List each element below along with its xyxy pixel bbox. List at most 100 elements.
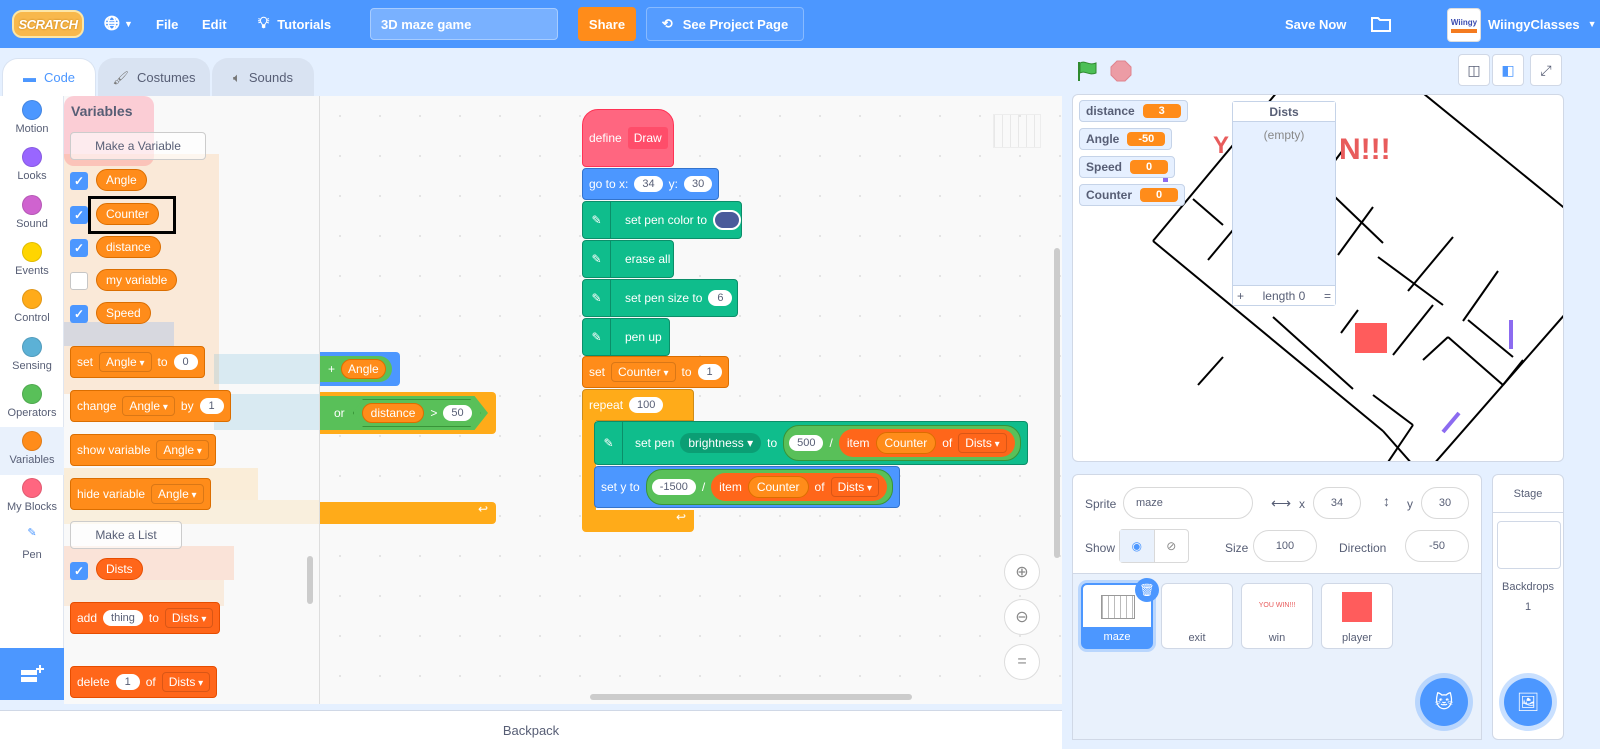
list-resize-handle[interactable]: = <box>1324 289 1331 303</box>
variable-reporter-distance[interactable]: distance <box>96 236 161 258</box>
list-monitor-dists[interactable]: Dists (empty) + length 0 = <box>1232 101 1336 306</box>
code-workspace[interactable]: + Angle or distance > 50 ↩ define Draw g… <box>320 96 1062 704</box>
fullscreen-button[interactable]: ⤢ <box>1530 54 1562 86</box>
variable-dropdown[interactable]: Angle <box>122 396 175 416</box>
show-variable-block[interactable]: show variable Angle <box>70 434 216 466</box>
hide-sprite-button[interactable]: ⊘ <box>1155 530 1189 562</box>
variable-dropdown[interactable]: Angle <box>99 352 152 372</box>
avatar[interactable]: Wiingy <box>1447 8 1481 42</box>
sprite-tile-win[interactable]: YOU WIN!!! win <box>1241 583 1313 649</box>
language-menu[interactable]: 🌐︎ ▼ <box>104 0 133 48</box>
color-picker-input[interactable] <box>713 210 741 230</box>
variable-dropdown[interactable]: Angle <box>156 440 209 460</box>
go-to-xy-block[interactable]: go to x: 34 y: 30 <box>582 168 720 200</box>
erase-all-block[interactable]: ✎ erase all <box>582 240 674 278</box>
sprite-tile-exit[interactable]: exit <box>1161 583 1233 649</box>
category-pen[interactable]: ✎ Pen <box>0 522 64 570</box>
monitor-angle[interactable]: Angle -50 <box>1079 128 1173 150</box>
share-button[interactable]: Share <box>578 7 636 41</box>
project-title-input[interactable]: 3D maze game <box>370 8 558 40</box>
value-input[interactable]: 1 <box>115 674 140 690</box>
set-variable-block[interactable]: set Angle to 0 <box>70 346 205 378</box>
monitor-speed[interactable]: Speed 0 <box>1079 156 1176 178</box>
set-pen-size-block[interactable]: ✎ set pen size to 6 <box>582 279 738 317</box>
list-dropdown[interactable]: Dists <box>830 477 880 497</box>
list-dropdown[interactable]: Dists <box>164 608 214 628</box>
tab-code[interactable]: ▬ Code <box>2 58 96 96</box>
variable-checkbox-speed[interactable]: ✓ <box>70 305 88 323</box>
workspace-vertical-scrollbar[interactable] <box>1054 248 1060 558</box>
variable-reporter-speed[interactable]: Speed <box>96 302 151 324</box>
category-events[interactable]: Events <box>0 238 64 286</box>
monitor-counter[interactable]: Counter 0 <box>1079 184 1185 206</box>
item-of-list-reporter[interactable]: item Counter of Dists <box>711 473 888 501</box>
variable-reporter-angle[interactable]: Angle <box>96 169 147 191</box>
list-dropdown[interactable]: Dists <box>161 672 211 692</box>
variable-checkbox-distance[interactable]: ✓ <box>70 239 88 257</box>
value-input[interactable]: 50 <box>443 405 472 421</box>
workspace-horizontal-scrollbar[interactable] <box>590 694 912 700</box>
divide-operator[interactable]: 500 / item Counter of Dists <box>783 425 1021 461</box>
monitor-distance[interactable]: distance 3 <box>1079 100 1188 122</box>
item-of-list-reporter[interactable]: item Counter of Dists <box>838 429 1015 457</box>
variable-dropdown[interactable]: Angle <box>151 484 204 504</box>
y-input[interactable]: 30 <box>683 176 713 192</box>
custom-block-name[interactable]: Draw <box>627 127 668 149</box>
category-operators[interactable]: Operators <box>0 380 64 428</box>
value-input[interactable]: 6 <box>708 290 733 306</box>
category-motion[interactable]: Motion <box>0 96 64 144</box>
variable-checkbox-my-variable[interactable] <box>70 272 88 290</box>
make-list-button[interactable]: Make a List <box>70 521 182 549</box>
scratch-logo[interactable]: SCRATCH <box>12 10 84 38</box>
tab-sounds[interactable]: 🔈︎ Sounds <box>212 58 314 96</box>
define-block[interactable]: define Draw <box>582 109 674 167</box>
normal-stage-button[interactable]: ◧ <box>1492 54 1524 86</box>
account-menu[interactable]: WiingyClasses ▼ <box>1488 0 1597 48</box>
control-block-bottom-partial[interactable]: ↩ <box>320 502 496 524</box>
zoom-in-button[interactable]: ⊕ <box>1004 554 1040 590</box>
my-stuff-button[interactable] <box>1370 0 1392 48</box>
category-control[interactable]: Control <box>0 285 64 333</box>
edit-menu[interactable]: Edit <box>202 0 227 48</box>
category-looks[interactable]: Looks <box>0 143 64 191</box>
add-to-list-block[interactable]: add thing to Dists <box>70 602 221 634</box>
sprite-tile-player[interactable]: player <box>1321 583 1393 649</box>
category-sensing[interactable]: Sensing <box>0 333 64 381</box>
list-add-button[interactable]: + <box>1237 289 1244 303</box>
variable-reporter-counter[interactable]: Counter <box>747 476 809 498</box>
add-sprite-button[interactable]: 🐱︎ <box>1420 678 1468 726</box>
add-extension-button[interactable] <box>0 648 64 700</box>
small-stage-button[interactable]: ◫ <box>1458 54 1490 86</box>
see-project-page-button[interactable]: ⟲ See Project Page <box>646 7 804 41</box>
pen-up-block[interactable]: ✎ pen up <box>582 318 670 356</box>
zoom-out-button[interactable]: ⊖ <box>1004 599 1040 635</box>
stage-canvas[interactable]: N!!! Y distance 3 Angle -50 Speed 0 Counter… <box>1072 94 1564 462</box>
add-backdrop-button[interactable]: 🖼︎ <box>1504 678 1552 726</box>
set-pen-color-block[interactable]: ✎ set pen color to <box>582 201 742 239</box>
variable-reporter-my-variable[interactable]: my variable <box>96 269 178 291</box>
save-now-button[interactable]: Save Now <box>1285 0 1346 48</box>
list-reporter-dists[interactable]: Dists <box>96 558 143 580</box>
show-sprite-button[interactable]: ◉ <box>1120 530 1155 562</box>
list-dropdown[interactable]: Dists <box>958 433 1007 453</box>
variable-reporter-counter[interactable]: Counter <box>875 432 937 454</box>
palette-scrollbar[interactable] <box>307 556 313 604</box>
y-position-input[interactable]: 30 <box>1421 487 1469 519</box>
tutorials-button[interactable]: 💡︎ Tutorials <box>258 0 331 48</box>
set-pen-param-block[interactable]: ✎ set pen brightness ▾ to 500 / item Cou… <box>594 421 1028 465</box>
category-my-blocks[interactable]: My Blocks <box>0 474 64 522</box>
value-input[interactable]: thing <box>103 610 143 626</box>
pen-param-dropdown[interactable]: brightness ▾ <box>680 433 762 453</box>
category-sound[interactable]: Sound <box>0 191 64 239</box>
variable-reporter-distance[interactable]: distance <box>361 403 425 423</box>
change-variable-block[interactable]: change Angle by 1 <box>70 390 231 422</box>
divide-operator[interactable]: -1500 / item Counter of Dists <box>645 469 894 505</box>
set-counter-block[interactable]: set Counter to 1 <box>582 356 729 388</box>
variable-reporter-counter[interactable]: Counter <box>96 203 159 225</box>
list-checkbox-dists[interactable]: ✓ <box>70 562 88 580</box>
delete-sprite-button[interactable]: 🗑︎ <box>1135 578 1159 602</box>
sprite-name-input[interactable]: maze <box>1123 487 1253 519</box>
tab-costumes[interactable]: 🖌︎ Costumes <box>98 58 210 96</box>
direction-input[interactable]: -50 <box>1405 530 1469 562</box>
delete-of-list-block[interactable]: delete 1 of Dists <box>70 666 218 698</box>
